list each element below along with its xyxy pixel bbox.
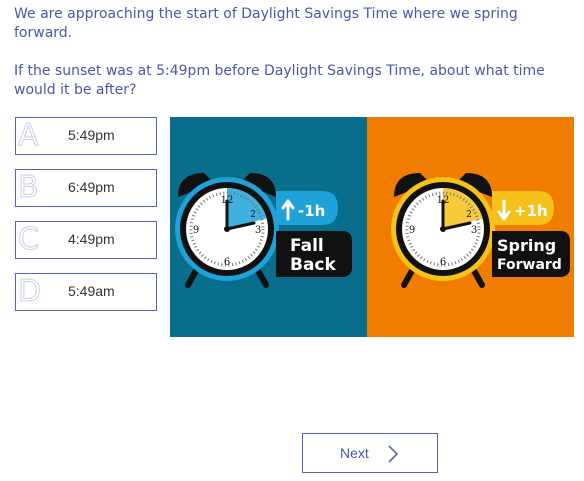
chevron-right-icon — [387, 445, 399, 467]
option-c[interactable]: C 4:49pm — [15, 221, 157, 259]
clock-number-6: 6 — [440, 257, 446, 268]
next-label: Next — [340, 445, 369, 461]
clock-number-9: 9 — [409, 225, 415, 236]
plus-1h-badge: +1h — [492, 191, 554, 225]
option-d[interactable]: D 5:49am — [15, 273, 157, 311]
option-label: 4:49pm — [68, 231, 115, 247]
clock-number-12: 12 — [221, 195, 234, 206]
clock-number-9: 9 — [193, 225, 199, 236]
fall-label: Fall — [290, 236, 324, 256]
question-prompt: If the sunset was at 5:49pm before Dayli… — [14, 63, 545, 98]
question-text: We are approaching the start of Daylight… — [14, 5, 574, 100]
plus-1h-label: +1h — [514, 202, 548, 220]
spring-forward-sign: Spring Forward — [492, 231, 570, 277]
option-label: 5:49am — [68, 283, 115, 299]
next-button[interactable]: Next — [302, 433, 438, 473]
spring-label: Spring — [497, 236, 556, 255]
clock-number-6: 6 — [224, 257, 230, 268]
daylight-savings-illustration: 12 3 6 9 2 -1h Fall Back 12 3 6 9 2 +1h … — [170, 117, 574, 337]
option-letter: A — [18, 118, 40, 153]
fall-back-sign: Fall Back — [276, 231, 352, 277]
forward-label: Forward — [497, 257, 562, 273]
option-label: 5:49pm — [68, 127, 115, 143]
clock-number-2: 2 — [250, 210, 256, 220]
clock-number-3: 3 — [255, 225, 261, 236]
clock-number-3: 3 — [471, 225, 477, 236]
minus-1h-label: -1h — [298, 202, 325, 220]
option-letter: B — [18, 170, 40, 205]
question-intro: We are approaching the start of Daylight… — [14, 6, 518, 41]
back-label: Back — [290, 255, 337, 275]
clock-number-2: 2 — [466, 210, 472, 220]
option-letter: C — [18, 222, 40, 257]
option-a[interactable]: A 5:49pm — [15, 117, 157, 155]
option-letter: D — [17, 274, 42, 309]
option-b[interactable]: B 6:49pm — [15, 169, 157, 207]
option-label: 6:49pm — [68, 179, 115, 195]
clock-number-12: 12 — [437, 195, 450, 206]
minus-1h-badge: -1h — [276, 191, 338, 225]
